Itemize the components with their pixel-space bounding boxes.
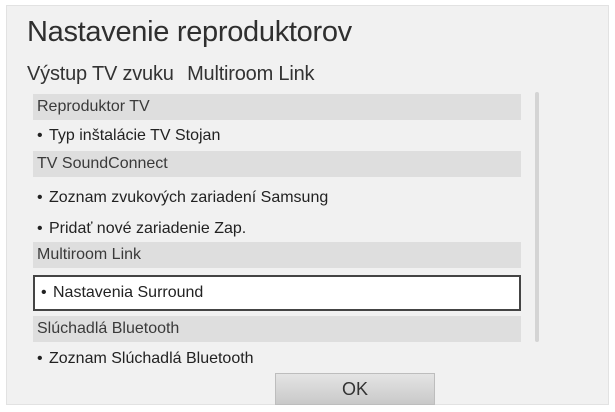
section-header-tv-speaker: Reproduktor TV — [33, 94, 521, 120]
list-item-label: Typ inštalácie TV Stojan — [49, 127, 221, 144]
bullet-icon: • — [37, 220, 43, 237]
list-item-label: Zoznam Slúchadlá Bluetooth — [49, 350, 254, 367]
bullet-icon: • — [37, 350, 43, 367]
list-item-label: Nastavenia Surround — [53, 284, 204, 301]
list-scrollbar[interactable] — [535, 92, 539, 342]
list-item-install-type[interactable]: • Typ inštalácie TV Stojan — [33, 123, 521, 149]
tab-tv-sound-output[interactable]: Výstup TV zvuku — [27, 63, 174, 85]
tab-multiroom-link[interactable]: Multiroom Link — [187, 63, 314, 85]
list-item-add-new-device[interactable]: • Pridať nové zariadenie Zap. — [33, 216, 521, 242]
list-item-label: Zoznam zvukových zariadení Samsung — [49, 189, 329, 206]
tab-bar: Výstup TV zvuku Multiroom Link — [27, 63, 322, 86]
section-header-tv-soundconnect: TV SoundConnect — [33, 151, 521, 177]
list-item-samsung-audio-devices[interactable]: • Zoznam zvukových zariadení Samsung — [33, 185, 521, 211]
page-title: Nastavenie reproduktorov — [27, 16, 352, 48]
list-item-label: Pridať nové zariadenie Zap. — [49, 220, 247, 237]
bullet-icon: • — [41, 284, 47, 301]
list-item-bluetooth-headphones-list[interactable]: • Zoznam Slúchadlá Bluetooth — [33, 346, 521, 372]
bullet-icon: • — [37, 189, 43, 206]
section-header-bluetooth-headphones: Slúchadlá Bluetooth — [33, 316, 521, 342]
section-header-multiroom-link: Multiroom Link — [33, 242, 521, 268]
bullet-icon: • — [37, 127, 43, 144]
ok-button[interactable]: OK — [275, 373, 435, 405]
list-item-surround-settings[interactable]: • Nastavenia Surround — [33, 275, 521, 311]
speaker-settings-dialog: Nastavenie reproduktorov Výstup TV zvuku… — [6, 5, 609, 405]
